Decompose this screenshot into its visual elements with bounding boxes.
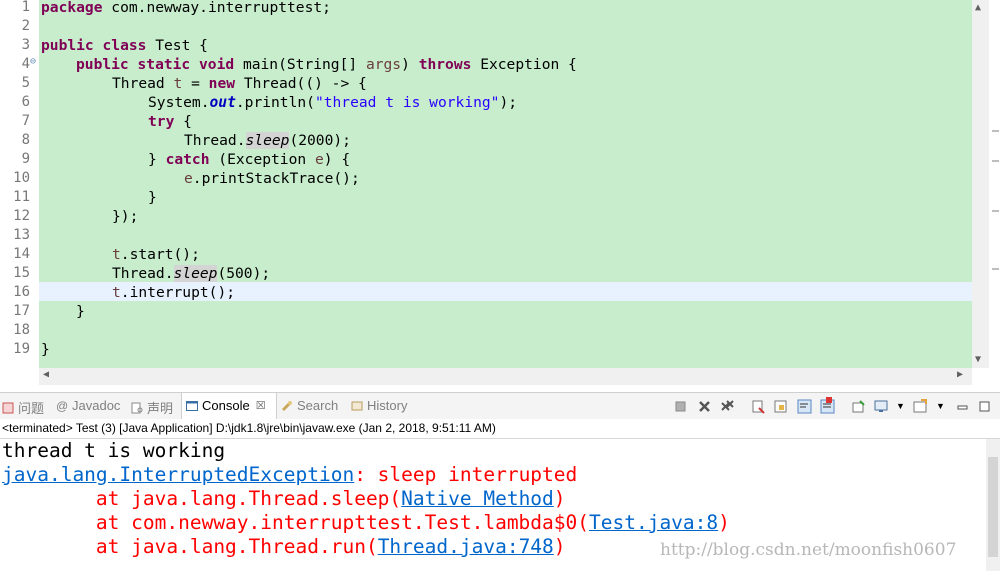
code-line-1: package com.newway.interrupttest; <box>41 0 331 16</box>
console-line-exception: java.lang.InterruptedException: sleep in… <box>2 463 578 486</box>
line-number-gutter: 1 2 3 4 5 6 7 8 9 10 11 12 13 14 15 16 1… <box>0 0 38 370</box>
line-number: 16 <box>13 284 30 300</box>
code-line-4: public static void main(String[] args) t… <box>76 56 577 73</box>
tab-javadoc[interactable]: @ Javadoc <box>56 398 120 413</box>
scrollbar-thumb[interactable] <box>988 457 998 557</box>
views-tab-bar: 问题 @ Javadoc 声明 Console ☒ Search History… <box>0 392 1000 420</box>
code-line-14: t.start(); <box>112 246 200 263</box>
console-icon <box>186 400 198 411</box>
code-line-9: } catch (Exception e) { <box>148 151 351 168</box>
code-line-11: } <box>148 189 157 206</box>
console-line-stack-2: at com.newway.interrupttest.Test.lambda$… <box>2 511 730 534</box>
scroll-up-arrow-icon[interactable]: ▲ <box>975 2 981 13</box>
scroll-left-arrow-icon[interactable]: ◀ <box>43 369 49 380</box>
stack-link-thread-java[interactable]: Thread.java:748 <box>378 535 554 558</box>
code-line-7: try { <box>148 113 192 130</box>
declaration-icon <box>131 402 143 413</box>
exception-link[interactable]: java.lang.InterruptedException <box>2 463 354 486</box>
tab-problems[interactable]: 问题 <box>2 398 44 417</box>
line-number: 4 <box>21 56 30 72</box>
code-editor[interactable]: 1 2 3 4 5 6 7 8 9 10 11 12 13 14 15 16 1… <box>0 0 1000 385</box>
console-output[interactable]: thread t is working java.lang.Interrupte… <box>0 439 1000 571</box>
javadoc-icon: @ <box>56 398 69 413</box>
stack-link-native[interactable]: Native Method <box>401 487 554 510</box>
line-number: 15 <box>13 265 30 281</box>
line-number: 10 <box>13 170 30 186</box>
remove-all-icon[interactable] <box>720 399 735 414</box>
tab-declaration[interactable]: 声明 <box>131 398 173 417</box>
tab-declaration-label: 声明 <box>147 401 174 416</box>
problems-icon <box>2 402 14 413</box>
maximize-icon[interactable] <box>977 399 992 414</box>
line-number: 2 <box>21 18 30 34</box>
code-line-5: Thread t = new Thread(() -> { <box>112 75 367 92</box>
terminate-icon[interactable] <box>673 399 688 414</box>
console-vertical-scrollbar[interactable] <box>986 439 1000 571</box>
tab-history[interactable]: History <box>351 398 407 413</box>
tab-console[interactable]: Console ☒ <box>186 398 266 413</box>
watermark: http://blog.csdn.net/moonfish0607 <box>660 540 957 560</box>
code-line-6: System.out.println("thread t is working"… <box>148 94 518 111</box>
line-number: 1 <box>21 0 30 15</box>
line-number: 5 <box>21 75 30 91</box>
line-number: 9 <box>21 151 30 167</box>
launch-status-label: <terminated> Test (3) [Java Application]… <box>0 419 1000 439</box>
show-stderr-icon[interactable] <box>826 397 832 403</box>
stack-link-test-java[interactable]: Test.java:8 <box>589 511 718 534</box>
code-line-17: } <box>76 303 85 320</box>
clear-console-icon[interactable] <box>751 399 766 414</box>
overview-ruler <box>989 0 1000 385</box>
open-console-dropdown-icon[interactable]: ▼ <box>933 399 948 414</box>
tab-console-label: Console <box>202 398 250 413</box>
code-line-8: Thread.sleep(2000); <box>184 132 351 149</box>
word-wrap-icon[interactable] <box>797 399 812 414</box>
scroll-right-arrow-icon[interactable]: ▶ <box>957 369 963 380</box>
code-line-19: } <box>41 341 50 358</box>
tab-javadoc-label: Javadoc <box>72 398 121 413</box>
display-console-dropdown-icon[interactable]: ▼ <box>893 399 908 414</box>
line-number: 18 <box>13 322 30 338</box>
scroll-down-arrow-icon[interactable]: ▼ <box>975 354 981 365</box>
scroll-lock-icon[interactable] <box>773 399 788 414</box>
line-number: 11 <box>13 189 30 205</box>
pin-console-icon[interactable] <box>851 399 866 414</box>
line-number: 8 <box>21 132 30 148</box>
code-line-3: public class Test { <box>41 37 208 54</box>
code-line-16: t.interrupt(); <box>112 284 236 301</box>
display-console-icon[interactable] <box>874 399 889 414</box>
tab-problems-label: 问题 <box>18 401 45 416</box>
search-icon <box>281 400 292 411</box>
code-line-10: e.printStackTrace(); <box>184 170 360 187</box>
fold-collapse-icon[interactable]: ⊖ <box>30 56 36 67</box>
line-number: 17 <box>13 303 30 319</box>
tab-search-label: Search <box>297 398 339 413</box>
line-number: 19 <box>13 341 30 357</box>
line-number: 14 <box>13 246 30 262</box>
code-line-15: Thread.sleep(500); <box>112 265 271 282</box>
remove-launch-icon[interactable] <box>697 399 712 414</box>
minimize-icon[interactable] <box>955 399 970 414</box>
line-number: 7 <box>21 113 30 129</box>
console-line-stack-3: at java.lang.Thread.run(Thread.java:748) <box>2 535 566 558</box>
line-number: 13 <box>13 227 30 243</box>
editor-horizontal-scrollbar[interactable]: ◀ ▶ <box>39 368 972 385</box>
code-text-area[interactable]: package com.newway.interrupttest; public… <box>39 0 972 368</box>
tab-history-label: History <box>367 398 408 413</box>
line-number: 3 <box>21 37 30 53</box>
history-icon <box>351 401 363 410</box>
open-console-icon[interactable] <box>913 399 928 414</box>
close-tab-icon[interactable]: ☒ <box>256 399 266 412</box>
line-number: 12 <box>13 208 30 224</box>
editor-vertical-scrollbar[interactable]: ▲ ▼ <box>972 0 989 368</box>
tab-search[interactable]: Search <box>281 398 338 413</box>
code-line-12: }); <box>112 208 139 225</box>
console-line-stack-1: at java.lang.Thread.sleep(Native Method) <box>2 487 566 510</box>
line-number: 6 <box>21 94 30 110</box>
console-line-stdout: thread t is working <box>2 439 226 462</box>
